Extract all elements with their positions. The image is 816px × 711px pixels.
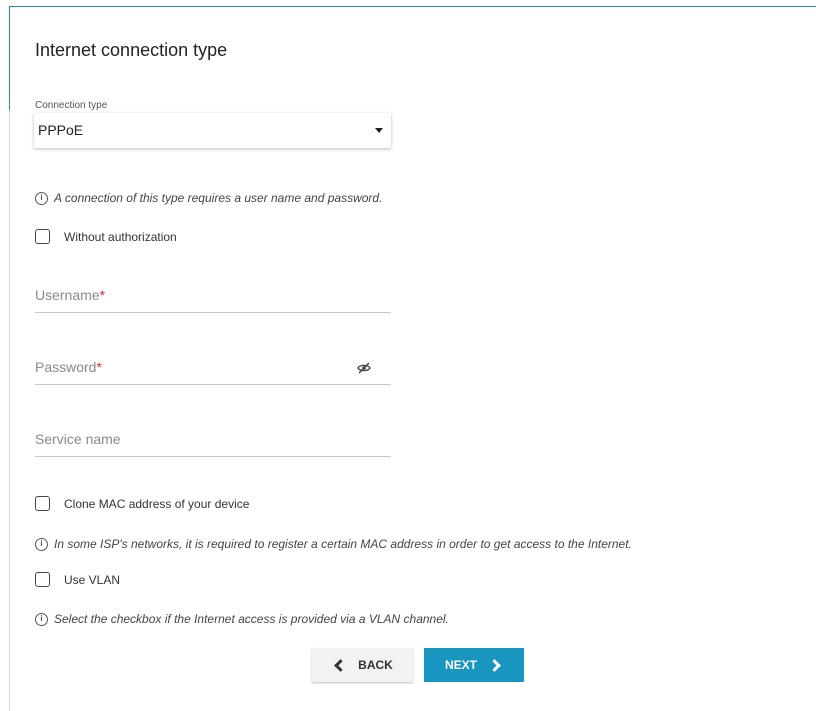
password-field[interactable]: Password*	[35, 354, 391, 385]
service-name-field[interactable]: Service name	[35, 426, 391, 457]
chevron-right-icon	[488, 658, 501, 672]
panel-border-top	[9, 6, 816, 7]
panel-border-left-accent	[9, 6, 10, 110]
chevron-left-icon	[334, 658, 348, 672]
next-button-label: NEXT	[444, 658, 477, 672]
without-authorization-checkbox[interactable]	[35, 229, 50, 244]
username-field[interactable]: Username*	[35, 282, 391, 313]
back-button-label: BACK	[358, 658, 393, 672]
mac-info-note: i In some ISP's networks, it is required…	[35, 537, 632, 551]
info-icon: i	[35, 191, 48, 205]
auth-info-note: i A connection of this type requires a u…	[35, 191, 382, 205]
connection-type-value: PPPoE	[38, 122, 84, 138]
dropdown-caret-icon	[375, 128, 383, 133]
vlan-info-note: i Select the checkbox if the Internet ac…	[35, 612, 449, 626]
page-title: Internet connection type	[35, 40, 228, 60]
panel-border-left	[9, 110, 10, 711]
eye-off-icon[interactable]	[357, 362, 371, 374]
clone-mac-option[interactable]: Clone MAC address of your device	[35, 496, 249, 511]
use-vlan-checkbox[interactable]	[35, 572, 50, 587]
service-name-placeholder: Service name	[35, 431, 121, 447]
without-authorization-label: Without authorization	[64, 229, 177, 244]
clone-mac-checkbox[interactable]	[35, 496, 50, 511]
vlan-info-text: Select the checkbox if the Internet acce…	[54, 612, 449, 626]
auth-info-text: A connection of this type requires a use…	[54, 191, 383, 205]
clone-mac-label: Clone MAC address of your device	[64, 496, 250, 511]
next-button[interactable]: NEXT	[424, 648, 524, 682]
required-mark: *	[96, 359, 102, 375]
connection-type-label: Connection type	[35, 100, 108, 111]
use-vlan-label: Use VLAN	[64, 572, 121, 587]
password-placeholder: Password*	[35, 359, 102, 375]
required-mark: *	[99, 287, 106, 303]
info-icon: i	[35, 537, 48, 551]
connection-type-select[interactable]: PPPoE	[34, 113, 391, 148]
back-button[interactable]: BACK	[312, 648, 413, 682]
info-icon: i	[35, 612, 48, 626]
without-authorization-option[interactable]: Without authorization	[35, 229, 177, 244]
username-placeholder: Username*	[35, 287, 106, 303]
mac-info-text: In some ISP's networks, it is required t…	[54, 537, 632, 551]
use-vlan-option[interactable]: Use VLAN	[35, 572, 120, 587]
